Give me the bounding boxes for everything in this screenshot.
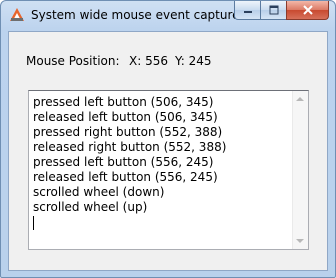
text-caret [33,216,34,230]
log-line: pressed left button (506, 345) [33,95,214,109]
caption-buttons [234,1,329,21]
vertical-scrollbar[interactable] [292,91,308,249]
event-log-textarea[interactable]: pressed left button (506, 345) released … [28,90,309,250]
log-line: scrolled wheel (up) [33,200,148,214]
maximize-button[interactable] [260,1,286,20]
close-icon [302,5,313,15]
log-line: released left button (506, 345) [33,110,218,124]
client-area: Mouse Position: X: 556 Y: 245 pressed le… [8,31,328,271]
log-line: pressed right button (552, 388) [33,125,223,139]
log-line: pressed left button (556, 245) [33,155,214,169]
log-line: released right button (552, 388) [33,140,227,154]
scroll-down-arrow-icon[interactable] [296,239,304,243]
mouse-y-value: Y: 245 [175,54,212,68]
close-button[interactable] [286,1,329,20]
mouse-x-value: X: 556 [129,54,168,68]
minimize-icon [243,11,252,13]
app-logo-icon [10,8,24,21]
log-line: released left button (556, 245) [33,170,218,184]
minimize-button[interactable] [234,1,260,20]
title-bar[interactable]: System wide mouse event capture [1,1,335,31]
scroll-up-arrow-icon[interactable] [296,97,304,101]
log-line: scrolled wheel (down) [33,185,165,199]
mouse-position-label: Mouse Position: [26,54,120,68]
maximize-icon [269,5,278,15]
window-title: System wide mouse event capture [31,8,240,22]
app-window: System wide mouse event capture Mouse Po… [0,0,336,278]
event-log-lines: pressed left button (506, 345) released … [33,95,291,230]
